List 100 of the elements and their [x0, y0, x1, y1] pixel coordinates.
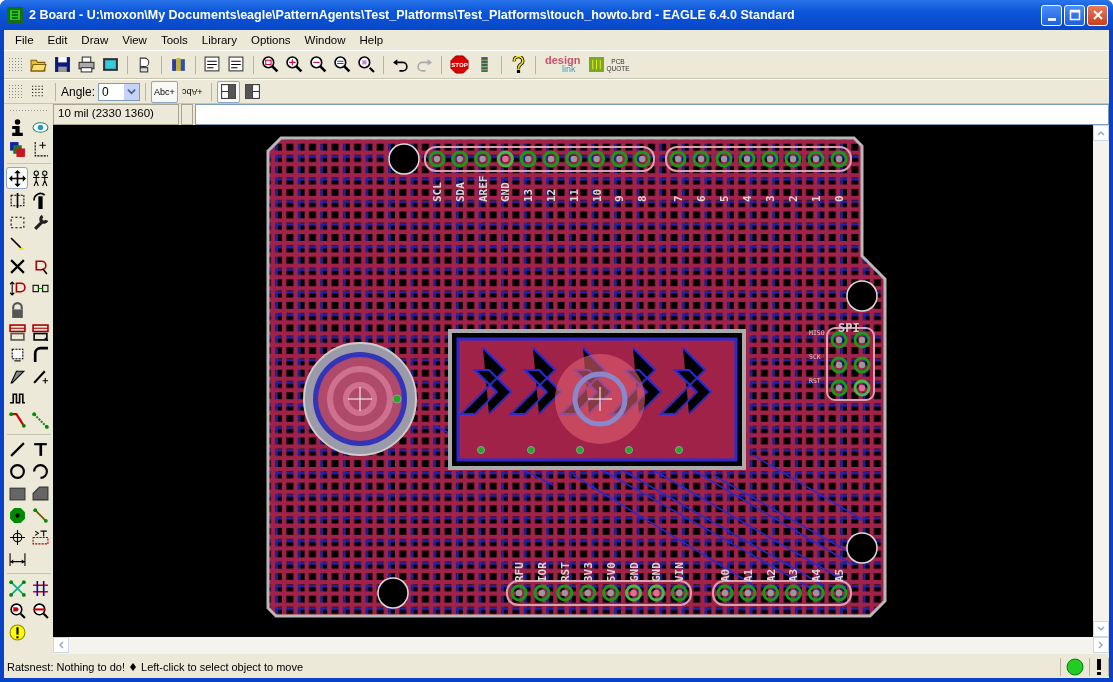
- chevron-down-icon: [127, 87, 137, 96]
- pin-label: GND: [650, 562, 664, 582]
- angle-dropdown[interactable]: 0: [98, 82, 141, 101]
- value-icon: [31, 323, 49, 341]
- group-icon: [31, 169, 49, 187]
- pin-label: A4: [810, 568, 824, 582]
- menu-item[interactable]: File: [8, 34, 41, 46]
- pin-label: 7: [672, 195, 685, 202]
- pin-label: SCL: [431, 182, 444, 202]
- pin-label: 3V3: [581, 562, 595, 582]
- dimension-icon: [8, 550, 26, 568]
- pin-label: A0: [719, 568, 732, 582]
- polygon-icon: [31, 484, 49, 502]
- pin-label: 2: [787, 195, 800, 202]
- command-input[interactable]: [195, 104, 1109, 125]
- ratsnest-icon: [8, 579, 26, 597]
- arrow-right-icon: [1097, 641, 1105, 649]
- ripup-icon: [31, 411, 49, 429]
- attribute-icon: [31, 528, 49, 546]
- pin-label: GND: [499, 182, 513, 202]
- menu-item[interactable]: Edit: [40, 34, 75, 46]
- delete-icon: [8, 257, 26, 275]
- script-icon: [204, 56, 221, 73]
- zoom-fit-icon: [262, 56, 279, 73]
- pin-label: 6: [695, 195, 708, 202]
- maximize-button[interactable]: [1064, 4, 1085, 26]
- ratsnest-tool[interactable]: [6, 577, 28, 599]
- close-icon: [1091, 9, 1104, 21]
- arrow-left-icon: [57, 641, 65, 649]
- zoom-out-icon: [310, 56, 327, 73]
- chip-icon: [589, 57, 605, 72]
- name-tool[interactable]: [6, 321, 28, 343]
- ripup-tool[interactable]: [29, 409, 51, 431]
- wrench-icon: [31, 213, 49, 231]
- exclamation-icon: [1095, 658, 1103, 676]
- pin-label: A5: [833, 568, 846, 582]
- menu-item[interactable]: Tools: [153, 34, 195, 46]
- value-tool[interactable]: [29, 321, 51, 343]
- pin-label: RST: [558, 562, 572, 582]
- status-message: Ratsnest: Nothing to do!: [7, 661, 125, 673]
- menu-item[interactable]: Draw: [74, 34, 116, 46]
- arrow-up-icon: [1097, 129, 1105, 137]
- menu-item[interactable]: View: [115, 34, 154, 46]
- miter-icon: [31, 345, 49, 363]
- question-mark-icon: [510, 56, 527, 73]
- arrow-down-icon: [1097, 625, 1105, 633]
- zoom-in-icon: [286, 56, 303, 73]
- route-tool[interactable]: [6, 409, 28, 431]
- text-tool-icon: [31, 440, 49, 458]
- arc-icon: [31, 462, 49, 480]
- autorouter-icon: [31, 579, 49, 597]
- layers-icon: [8, 140, 26, 158]
- via-icon: [8, 506, 26, 524]
- zoom-redraw-icon: [334, 56, 351, 73]
- pin-label: 5: [718, 195, 731, 202]
- maximize-icon: [1068, 9, 1081, 21]
- minimize-icon: [1047, 17, 1056, 21]
- pin-label: 1: [810, 195, 823, 202]
- printer-button[interactable]: [75, 53, 98, 76]
- design-link-button[interactable]: design link: [541, 55, 585, 74]
- pin-label: 5V0: [604, 562, 618, 582]
- pin-label: A1: [741, 568, 755, 582]
- pin-label: 10: [590, 188, 604, 202]
- move-tool[interactable]: [6, 167, 28, 189]
- pin-label: 8: [636, 195, 650, 202]
- layout-icon: [243, 83, 261, 100]
- menu-item[interactable]: Help: [352, 34, 391, 46]
- pin-label: IOR: [535, 562, 549, 582]
- pin-label: 4: [741, 195, 754, 202]
- drc-icon: [31, 601, 49, 619]
- close-button[interactable]: [1087, 4, 1108, 26]
- warning-tool[interactable]: [6, 621, 28, 643]
- mounting-hole: [846, 532, 878, 564]
- pin-label: SDA: [453, 182, 467, 202]
- replace-icon: [8, 279, 26, 297]
- name-icon: [8, 323, 26, 341]
- status-light-icon: [1066, 658, 1084, 676]
- pin-label: A3: [787, 568, 801, 582]
- pin-label: 12: [545, 188, 558, 202]
- minimize-button[interactable]: [1041, 4, 1062, 26]
- mounting-hole: [377, 577, 409, 609]
- paint-icon: [8, 235, 26, 253]
- mounting-hole: [846, 280, 878, 312]
- pin-label: 0: [833, 195, 846, 202]
- menu-item[interactable]: Window: [297, 34, 353, 46]
- books-icon: [170, 56, 187, 73]
- menu-item[interactable]: Library: [194, 34, 244, 46]
- pin-label: 9: [613, 195, 627, 202]
- coordinate-display: 10 mil (2330 1360): [53, 104, 179, 125]
- pin-label: AREF: [476, 175, 490, 202]
- pin-label: 11: [567, 188, 581, 202]
- move-icon: [8, 169, 26, 187]
- pin-label: 13: [522, 188, 536, 202]
- script-icon: [228, 56, 245, 73]
- zoom-select-icon: [358, 56, 375, 73]
- layout-button[interactable]: [216, 80, 240, 103]
- warning-icon: [8, 623, 26, 641]
- pin-label: GND: [627, 562, 641, 582]
- menu-item[interactable]: Options: [243, 34, 298, 46]
- pin-label: 3: [764, 195, 777, 202]
